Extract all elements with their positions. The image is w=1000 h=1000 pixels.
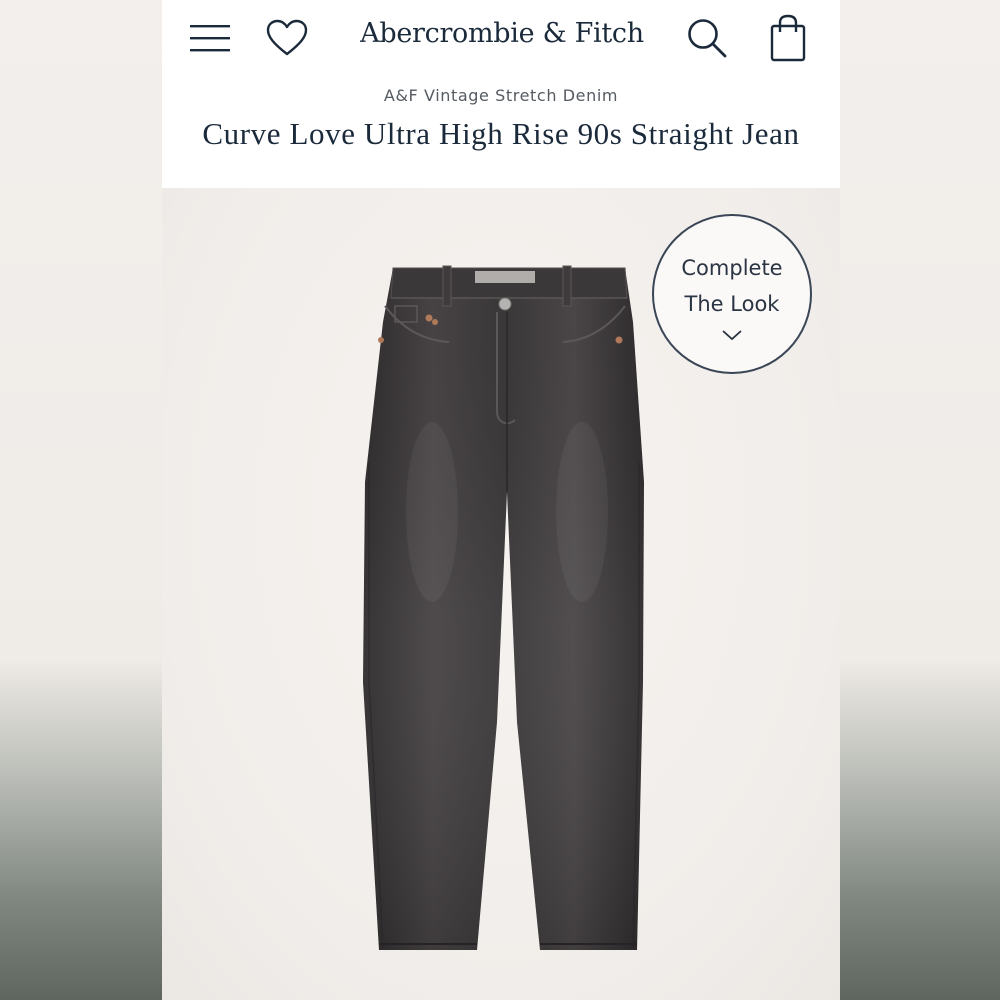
- product-image[interactable]: Complete The Look: [162, 188, 840, 1000]
- phone-screen: Abercrombie & Fitch A&F Vintage Stretch …: [162, 0, 840, 1000]
- menu-icon[interactable]: [186, 16, 234, 60]
- complete-the-look-button[interactable]: Complete The Look: [652, 214, 812, 374]
- heart-icon[interactable]: [262, 14, 312, 62]
- search-icon[interactable]: [682, 14, 732, 62]
- jeans-image: [363, 265, 644, 950]
- brand-logo[interactable]: Abercrombie & Fitch: [352, 14, 652, 54]
- complete-the-look-label: Complete The Look: [681, 255, 783, 316]
- product-collection[interactable]: A&F Vintage Stretch Denim: [162, 86, 840, 105]
- chevron-down-icon: [721, 326, 743, 345]
- background-left: [0, 0, 162, 1000]
- product-title: Curve Love Ultra High Rise 90s Straight …: [202, 116, 800, 151]
- shopping-bag-icon[interactable]: [766, 12, 810, 64]
- background-right: [840, 0, 1000, 1000]
- header: Abercrombie & Fitch A&F Vintage Stretch …: [162, 0, 840, 188]
